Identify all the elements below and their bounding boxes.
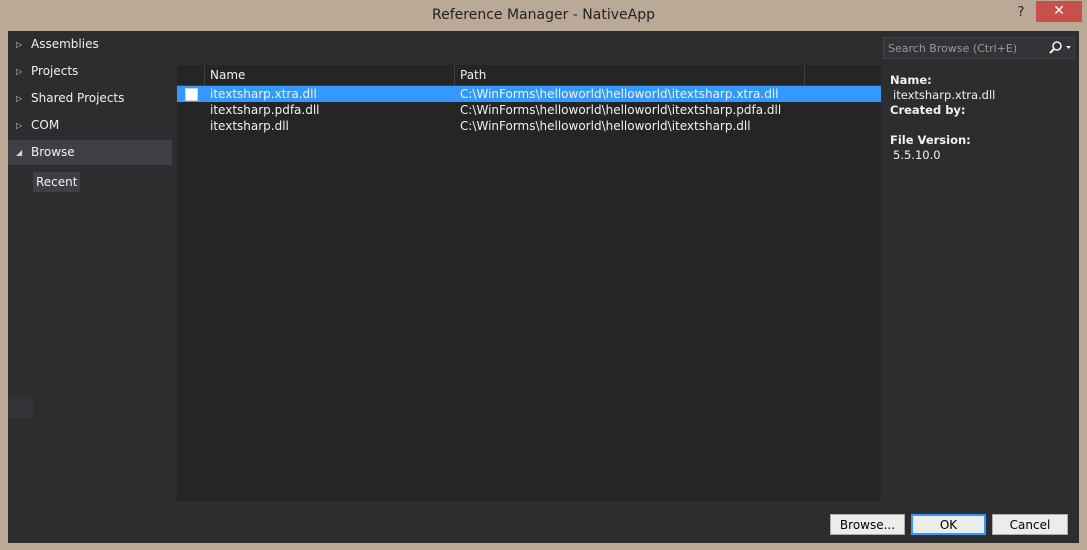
search-box[interactable] — [883, 37, 1075, 59]
nav-item-label: Projects — [31, 64, 79, 78]
row-checkbox[interactable] — [185, 88, 198, 101]
expand-arrow-icon[interactable]: ▷ — [16, 32, 22, 57]
reference-list: Name Path itextsharp.xtra.dll C:\WinForm… — [177, 65, 881, 501]
file-version-value: 5.5.10.0 — [893, 148, 941, 162]
list-row[interactable]: itextsharp.xtra.dll C:\WinForms\hellowor… — [177, 86, 881, 102]
nav-item-com[interactable]: ▷ COM — [8, 113, 172, 138]
nav-subitem-recent[interactable]: Recent — [33, 172, 81, 192]
expand-arrow-icon[interactable]: ▷ — [16, 59, 22, 84]
expand-arrow-icon[interactable]: ▷ — [16, 113, 22, 138]
nav-item-browse[interactable]: ◢ Browse — [8, 140, 172, 165]
nav-item-label: Browse — [31, 145, 75, 159]
nav-item-assemblies[interactable]: ▷ Assemblies — [8, 32, 172, 57]
created-by-label: Created by: — [890, 103, 966, 117]
collapse-arrow-icon[interactable]: ◢ — [16, 140, 22, 165]
name-label: Name: — [890, 73, 932, 87]
nav-item-label: Assemblies — [31, 37, 99, 51]
nav-item-label: Shared Projects — [31, 91, 125, 105]
browse-button[interactable]: Browse... — [830, 514, 905, 535]
list-row[interactable]: itextsharp.dll C:\WinForms\helloworld\he… — [177, 118, 881, 134]
window-title: Reference Manager - NativeApp — [432, 7, 655, 23]
dialog-body: ▷ Assemblies ▷ Projects ▷ Shared Project… — [8, 31, 1079, 543]
column-divider[interactable] — [204, 65, 205, 85]
row-name: itextsharp.pdfa.dll — [210, 103, 320, 117]
file-version-label: File Version: — [890, 133, 971, 147]
nav-item-projects[interactable]: ▷ Projects — [8, 59, 172, 84]
column-divider[interactable] — [804, 65, 805, 85]
column-divider[interactable] — [454, 65, 455, 85]
title-bar: Reference Manager - NativeApp ? ✕ — [0, 0, 1087, 31]
list-row[interactable]: itextsharp.pdfa.dll C:\WinForms\hellowor… — [177, 102, 881, 118]
row-path: C:\WinForms\helloworld\helloworld\itexts… — [460, 87, 779, 101]
search-input[interactable] — [884, 38, 1048, 58]
row-name: itextsharp.xtra.dll — [210, 87, 317, 101]
help-button[interactable]: ? — [1010, 3, 1032, 23]
row-path: C:\WinForms\helloworld\helloworld\itexts… — [460, 119, 751, 133]
nav-item-label: COM — [31, 118, 60, 132]
list-header: Name Path — [177, 65, 881, 86]
ok-button[interactable]: OK — [911, 514, 986, 535]
cancel-button[interactable]: Cancel — [992, 514, 1068, 535]
row-name: itextsharp.dll — [210, 119, 289, 133]
name-value: itextsharp.xtra.dll — [893, 88, 996, 102]
search-icon[interactable] — [1047, 40, 1073, 56]
nav-item-shared-projects[interactable]: ▷ Shared Projects — [8, 86, 172, 111]
expand-arrow-icon[interactable]: ▷ — [16, 86, 22, 111]
column-header-path[interactable]: Path — [460, 68, 486, 82]
column-header-name[interactable]: Name — [210, 68, 245, 82]
close-button[interactable]: ✕ — [1036, 1, 1082, 22]
panel-grip[interactable] — [8, 397, 33, 418]
row-path: C:\WinForms\helloworld\helloworld\itexts… — [460, 103, 782, 117]
category-nav: ▷ Assemblies ▷ Projects ▷ Shared Project… — [8, 31, 178, 506]
